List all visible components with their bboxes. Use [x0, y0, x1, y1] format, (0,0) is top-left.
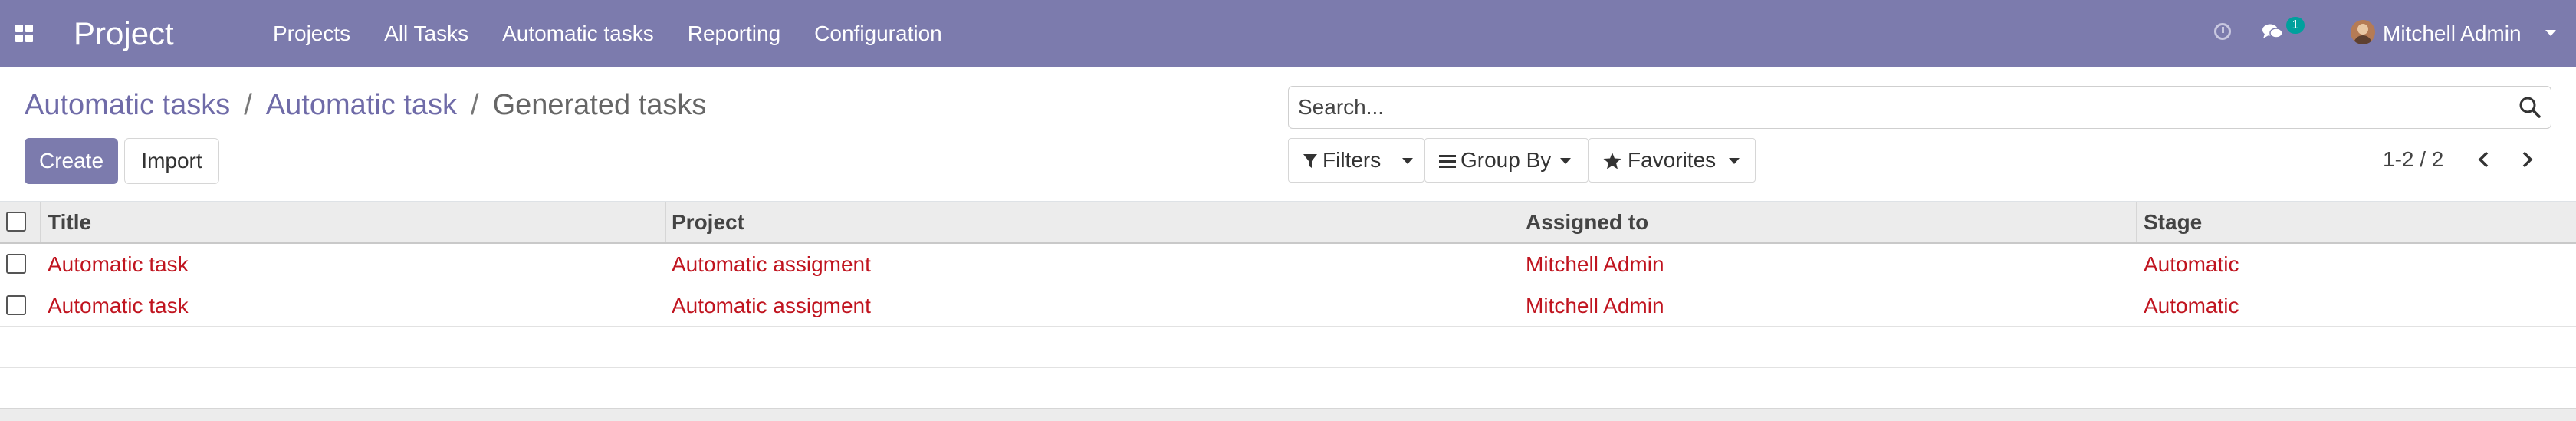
cell-title[interactable]: Automatic task	[48, 244, 189, 285]
import-button[interactable]: Import	[124, 138, 219, 184]
search-bar	[1288, 86, 2551, 129]
table-header: Title Project Assigned to Stage	[0, 201, 2576, 244]
star-icon	[1603, 153, 1622, 169]
avatar[interactable]	[2351, 20, 2375, 44]
row-checkbox[interactable]	[6, 295, 26, 315]
chevron-left-icon[interactable]	[2473, 149, 2495, 170]
main-menu: Projects All Tasks Automatic tasks Repor…	[273, 20, 976, 48]
column-header-assigned-to[interactable]: Assigned to	[1526, 202, 1648, 242]
column-divider[interactable]	[665, 202, 666, 242]
empty-row	[0, 368, 2576, 409]
search-input[interactable]	[1298, 94, 2494, 120]
menu-item-reporting[interactable]: Reporting	[688, 20, 780, 48]
empty-row	[0, 327, 2576, 368]
select-all-checkbox[interactable]	[6, 212, 26, 232]
table-footer	[0, 408, 2576, 421]
breadcrumb-item-automatic-tasks[interactable]: Automatic tasks	[25, 89, 230, 121]
pager-value[interactable]: 1-2 / 2	[2383, 146, 2443, 173]
chevron-right-icon[interactable]	[2516, 149, 2538, 170]
chevron-down-icon	[1402, 158, 1413, 164]
table-row[interactable]: Automatic task Automatic assigment Mitch…	[0, 244, 2576, 285]
menu-item-automatic-tasks[interactable]: Automatic tasks	[502, 20, 654, 48]
column-divider[interactable]	[2136, 202, 2137, 242]
top-navbar: Project Projects All Tasks Automatic tas…	[0, 0, 2576, 67]
filters-label: Filters	[1322, 148, 1382, 172]
user-menu-name[interactable]: Mitchell Admin	[2383, 20, 2522, 48]
cell-stage[interactable]: Automatic	[2144, 244, 2239, 285]
menu-item-configuration[interactable]: Configuration	[814, 20, 942, 48]
column-header-project[interactable]: Project	[672, 202, 744, 242]
row-checkbox[interactable]	[6, 254, 26, 274]
chevron-down-icon	[1729, 158, 1740, 164]
clock-icon[interactable]	[2214, 23, 2231, 40]
group-by-icon	[1439, 155, 1456, 168]
apps-grid-icon[interactable]	[15, 25, 34, 43]
menu-item-projects[interactable]: Projects	[273, 20, 350, 48]
favorites-dropdown[interactable]: Favorites	[1589, 138, 1756, 183]
app-name[interactable]: Project	[74, 12, 174, 55]
cell-title[interactable]: Automatic task	[48, 285, 189, 327]
table-row[interactable]: Automatic task Automatic assigment Mitch…	[0, 285, 2576, 327]
favorites-label: Favorites	[1628, 148, 1717, 172]
cell-assigned-to[interactable]: Mitchell Admin	[1526, 244, 1664, 285]
cell-project[interactable]: Automatic assigment	[672, 285, 871, 327]
breadcrumb-separator: /	[244, 89, 252, 121]
cell-assigned-to[interactable]: Mitchell Admin	[1526, 285, 1664, 327]
user-menu-caret-icon[interactable]	[2545, 30, 2556, 36]
cell-stage[interactable]: Automatic	[2144, 285, 2239, 327]
chat-icon[interactable]	[2262, 23, 2283, 40]
filter-icon	[1303, 154, 1317, 168]
menu-item-all-tasks[interactable]: All Tasks	[384, 20, 468, 48]
breadcrumb-item-automatic-task[interactable]: Automatic task	[266, 89, 457, 121]
cell-project[interactable]: Automatic assigment	[672, 244, 871, 285]
column-header-stage[interactable]: Stage	[2144, 202, 2202, 242]
column-divider	[40, 202, 41, 242]
breadcrumb: Automatic tasks / Automatic task / Generated…	[25, 86, 706, 124]
group-by-label: Group By	[1460, 148, 1552, 172]
column-header-title[interactable]: Title	[48, 202, 91, 242]
chat-count-badge: 1	[2286, 17, 2305, 34]
breadcrumb-separator: /	[471, 89, 479, 121]
search-icon[interactable]	[2518, 96, 2542, 119]
chevron-down-icon	[1560, 158, 1571, 164]
filters-dropdown[interactable]: Filters	[1288, 138, 1424, 183]
breadcrumb-current: Generated tasks	[492, 89, 707, 121]
create-button[interactable]: Create	[25, 138, 118, 184]
group-by-dropdown[interactable]: Group By	[1424, 138, 1589, 183]
